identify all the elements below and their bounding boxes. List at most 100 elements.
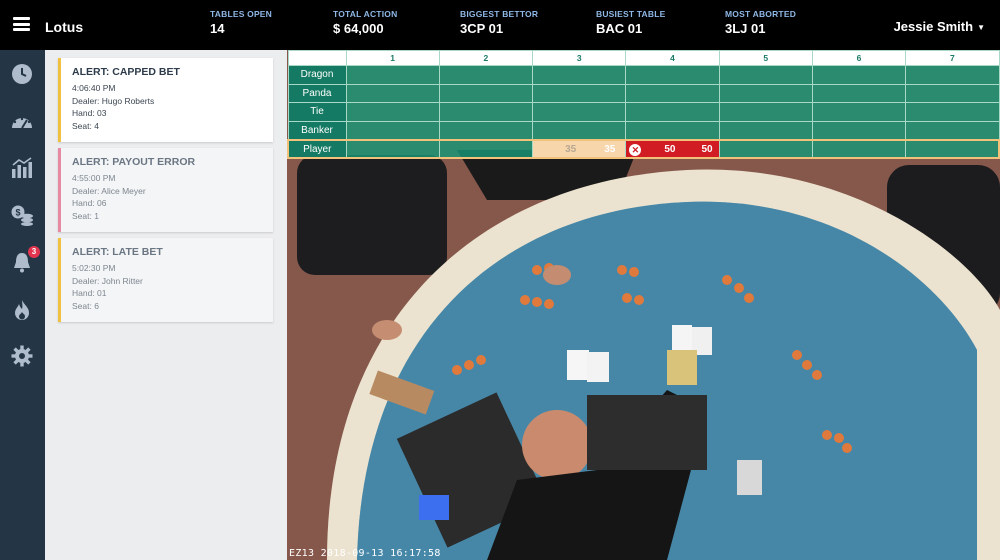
expected-amount: 35	[565, 143, 577, 155]
grid-cell[interactable]	[438, 102, 534, 122]
grid-cell[interactable]	[438, 65, 534, 85]
stat-label: MOST ABORTED	[725, 9, 797, 19]
grid-cell[interactable]	[532, 83, 627, 104]
grid-cell[interactable]	[345, 83, 440, 104]
chips-icon[interactable]: $	[10, 202, 34, 226]
grid-row-label: Panda	[287, 83, 347, 104]
menu-icon[interactable]	[13, 17, 30, 31]
alert-card[interactable]: ALERT: CAPPED BET 4:06:40 PM Dealer: Hug…	[58, 58, 273, 142]
grid-cell[interactable]	[532, 65, 627, 85]
alert-time: 5:02:30 PM	[72, 263, 116, 273]
bell-icon[interactable]: 3	[10, 246, 40, 274]
alert-hand: Hand: 03	[72, 108, 107, 118]
icon-rail: $ 3	[0, 50, 45, 560]
grid-column-header: 1	[345, 50, 440, 66]
grid-cell[interactable]	[438, 83, 534, 104]
clock-icon[interactable]	[10, 62, 34, 86]
alert-card[interactable]: ALERT: LATE BET 5:02:30 PM Dealer: John …	[58, 238, 273, 322]
grid-cell[interactable]	[905, 102, 1000, 122]
grid-row-label: Tie	[287, 102, 347, 122]
grid-cell[interactable]	[718, 102, 813, 122]
grid-cell[interactable]	[532, 120, 627, 141]
stat-biggest-bettor: BIGGEST BETTOR 3CP 01	[460, 9, 538, 36]
grid-cell[interactable]	[438, 120, 534, 141]
grid-cell-error[interactable]: ✕ 50 50	[625, 138, 720, 160]
expected-amount: 50	[664, 143, 676, 155]
grid-cell[interactable]	[345, 120, 440, 141]
stat-value: 14	[210, 21, 225, 36]
alert-hand: Hand: 01	[72, 288, 107, 298]
actual-amount: 35	[604, 143, 616, 155]
video-timestamp: EZ13 2018-09-13 16:17:58	[289, 548, 441, 559]
gauge-icon[interactable]	[10, 110, 34, 134]
alerts-panel: ALERT: CAPPED BET 4:06:40 PM Dealer: Hug…	[45, 50, 287, 560]
top-bar: Lotus TABLES OPEN 14 TOTAL ACTION $ 64,0…	[0, 0, 1000, 50]
grid-cell[interactable]	[438, 138, 534, 160]
grid-corner	[287, 50, 347, 66]
grid-column-header: 6	[811, 50, 907, 66]
grid-cell[interactable]	[905, 83, 1000, 104]
grid-cell[interactable]	[811, 120, 907, 141]
app-name: Lotus	[45, 19, 84, 35]
alert-time: 4:55:00 PM	[72, 173, 116, 183]
alert-seat: Seat: 6	[72, 300, 99, 311]
grid-row-player: Player 35 35 ✕ 50 50	[287, 138, 1000, 160]
alert-card[interactable]: ALERT: PAYOUT ERROR 4:55:00 PM Dealer: A…	[58, 148, 273, 232]
grid-cell[interactable]	[718, 83, 813, 104]
grid-cell[interactable]	[811, 65, 907, 85]
grid-cell[interactable]	[625, 83, 720, 104]
alert-hand: Hand: 06	[72, 198, 107, 208]
alert-seat: Seat: 4	[72, 120, 99, 131]
bet-grid: 1 2 3 4 5 6 7 Dragon Panda Tie Banker Pl…	[287, 50, 1000, 162]
stat-value: 3CP 01	[460, 21, 504, 36]
alert-seat: Seat: 1	[72, 210, 99, 221]
stat-total-action: TOTAL ACTION $ 64,000	[333, 9, 397, 36]
grid-row-label: Dragon	[287, 65, 347, 85]
grid-cell[interactable]	[625, 120, 720, 141]
stat-label: TABLES OPEN	[210, 9, 273, 19]
grid-cell[interactable]	[625, 65, 720, 85]
gear-icon[interactable]	[10, 344, 34, 368]
stat-value: BAC 01	[596, 21, 643, 36]
grid-cell[interactable]	[718, 65, 813, 85]
notification-badge: 3	[28, 246, 40, 258]
alert-title: ALERT: PAYOUT ERROR	[72, 156, 196, 168]
grid-cell[interactable]	[345, 138, 440, 160]
grid-cell[interactable]	[718, 120, 813, 141]
flame-icon[interactable]	[10, 298, 34, 322]
grid-cell-warning[interactable]: 35 35	[532, 138, 627, 160]
grid-cell[interactable]	[811, 138, 907, 160]
chart-icon[interactable]	[10, 156, 34, 180]
grid-row-label: Banker	[287, 120, 347, 141]
grid-cell[interactable]	[345, 102, 440, 122]
grid-row-panda: Panda	[287, 83, 1000, 104]
grid-cell[interactable]	[905, 120, 1000, 141]
grid-cell[interactable]	[905, 138, 1000, 160]
grid-row-label: Player	[287, 138, 347, 160]
alert-time: 4:06:40 PM	[72, 83, 116, 93]
stat-busiest-table: BUSIEST TABLE BAC 01	[596, 9, 666, 36]
actual-amount: 50	[701, 143, 713, 155]
stat-label: TOTAL ACTION	[333, 9, 398, 19]
user-name: Jessie Smith	[893, 19, 974, 34]
grid-cell[interactable]	[718, 138, 813, 160]
svg-text:$: $	[15, 208, 20, 218]
grid-column-header: 4	[625, 50, 720, 66]
grid-cell[interactable]	[811, 83, 907, 104]
grid-cell[interactable]	[905, 65, 1000, 85]
alert-dealer: Dealer: Hugo Roberts	[72, 95, 155, 106]
caret-down-icon: ▼	[977, 23, 985, 32]
table-camera-view: 1 2 3 4 5 6 7 Dragon Panda Tie Banker Pl…	[287, 50, 1000, 560]
grid-column-header: 7	[905, 50, 1000, 66]
stat-value: $ 64,000	[333, 21, 384, 36]
grid-column-header: 3	[532, 50, 627, 66]
grid-cell[interactable]	[811, 102, 907, 122]
alert-title: ALERT: LATE BET	[72, 246, 163, 258]
grid-cell[interactable]	[345, 65, 440, 85]
user-menu[interactable]: Jessie Smith ▼	[894, 19, 985, 34]
grid-cell[interactable]	[625, 102, 720, 122]
error-x-icon: ✕	[629, 143, 642, 156]
grid-cell[interactable]	[532, 102, 627, 122]
grid-row-banker: Banker	[287, 120, 1000, 141]
stat-value: 3LJ 01	[725, 21, 766, 36]
